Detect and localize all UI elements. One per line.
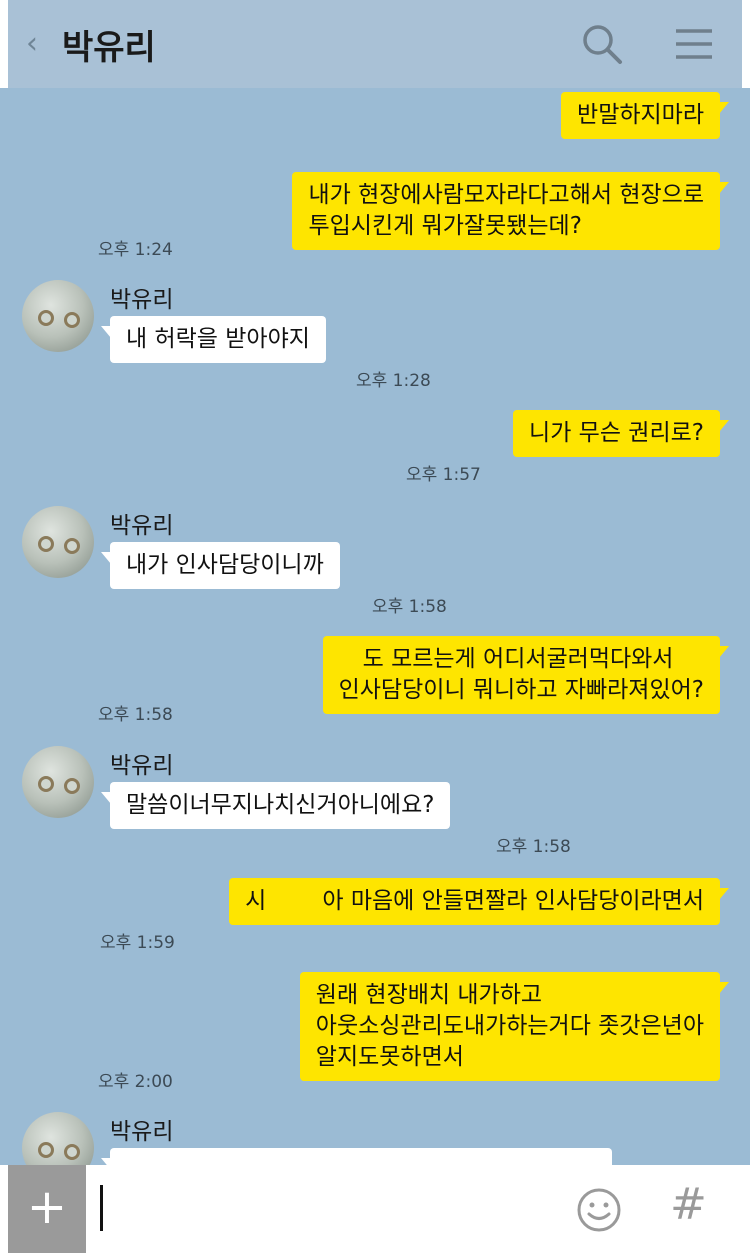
input-bar: + # (0, 1165, 750, 1258)
their-message-bubble[interactable]: 말씀이너무지나치신거아니에요? (100, 782, 451, 829)
avatar[interactable] (22, 280, 94, 352)
message-text: 투입시킨게 뭐가잘못됐는데? (308, 213, 582, 239)
chat-title: 박유리 (62, 28, 156, 68)
message-time: 오후 1:58 (98, 705, 173, 725)
my-message-bubble[interactable]: 내가 현장에사람모자라다고해서 현장으로 투입시킨게 뭐가잘못됐는데? (292, 172, 729, 250)
avatar[interactable] (22, 1112, 94, 1165)
back-button[interactable]: ‹ (26, 26, 38, 61)
my-message-bubble[interactable]: 시 아 마음에 안들면짤라 인사담당이라면서 (229, 878, 729, 925)
chat-header: ‹ 박유리 (0, 0, 750, 88)
avatar[interactable] (22, 506, 94, 578)
message-text: 시 아 마음에 안들면짤라 인사담당이라면서 (245, 886, 704, 917)
message-text: 내가 인사담당이니까 (126, 552, 324, 578)
message-text: 반말하지마라 (577, 102, 704, 128)
sender-name: 박유리 (110, 753, 174, 779)
message-text: 아웃소싱관리도내가하는거다 좃갓은년아 (315, 1013, 704, 1039)
my-message-bubble[interactable]: 반말하지마라 (561, 92, 729, 139)
their-message-bubble[interactable] (101, 1148, 612, 1165)
message-text-part: 아 마음에 안들면짤라 인사담당이라면서 (322, 888, 704, 914)
smile-icon[interactable] (576, 1187, 622, 1237)
message-time: 오후 1:59 (100, 933, 175, 953)
message-time: 오후 1:58 (372, 597, 447, 617)
message-text: 알지도못하면서 (315, 1044, 464, 1070)
message-text: 말씀이너무지나치신거아니에요? (126, 792, 435, 818)
message-list[interactable]: 반말하지마라 내가 현장에사람모자라다고해서 현장으로 투입시킨게 뭐가잘못됐는… (8, 88, 742, 1165)
hashtag-button[interactable]: # (670, 1179, 707, 1230)
my-message-bubble[interactable]: 도 모르는게 어디서굴러먹다와서 인사담당이니 뭐니하고 자빠라져있어? (322, 636, 730, 714)
message-time: 오후 1:57 (406, 465, 481, 485)
message-text: 내 허락을 받아야지 (126, 326, 310, 352)
their-message-bubble[interactable]: 내 허락을 받아야지 (101, 316, 326, 363)
menu-icon[interactable] (672, 22, 716, 70)
my-message-bubble[interactable]: 니가 무슨 권리로? (513, 410, 729, 457)
sender-name: 박유리 (110, 513, 174, 539)
message-time: 오후 1:24 (98, 240, 173, 260)
message-time: 오후 1:28 (356, 371, 431, 391)
message-text: 도 모르는게 어디서굴러먹다와서 (362, 646, 674, 672)
message-text: 내가 현장에사람모자라다고해서 현장으로 (308, 182, 704, 208)
message-time: 오후 1:58 (496, 837, 571, 857)
their-message-bubble[interactable]: 내가 인사담당이니까 (101, 542, 340, 589)
message-text: 니가 무슨 권리로? (529, 420, 704, 446)
message-text: 인사담당이니 뭐니하고 자빠라져있어? (338, 677, 704, 703)
avatar[interactable] (22, 746, 94, 818)
message-input[interactable] (100, 1185, 103, 1231)
message-time: 오후 2:00 (98, 1072, 173, 1092)
my-message-bubble[interactable]: 원래 현장배치 내가하고 아웃소싱관리도내가하는거다 좃갓은년아 알지도못하면서 (299, 972, 730, 1081)
sender-name: 박유리 (110, 1119, 174, 1145)
attach-button[interactable]: + (8, 1165, 86, 1253)
message-text: 원래 현장배치 내가하고 (315, 982, 543, 1008)
sender-name: 박유리 (110, 287, 174, 313)
search-icon[interactable] (580, 22, 624, 70)
message-text-part: 시 (245, 888, 267, 914)
